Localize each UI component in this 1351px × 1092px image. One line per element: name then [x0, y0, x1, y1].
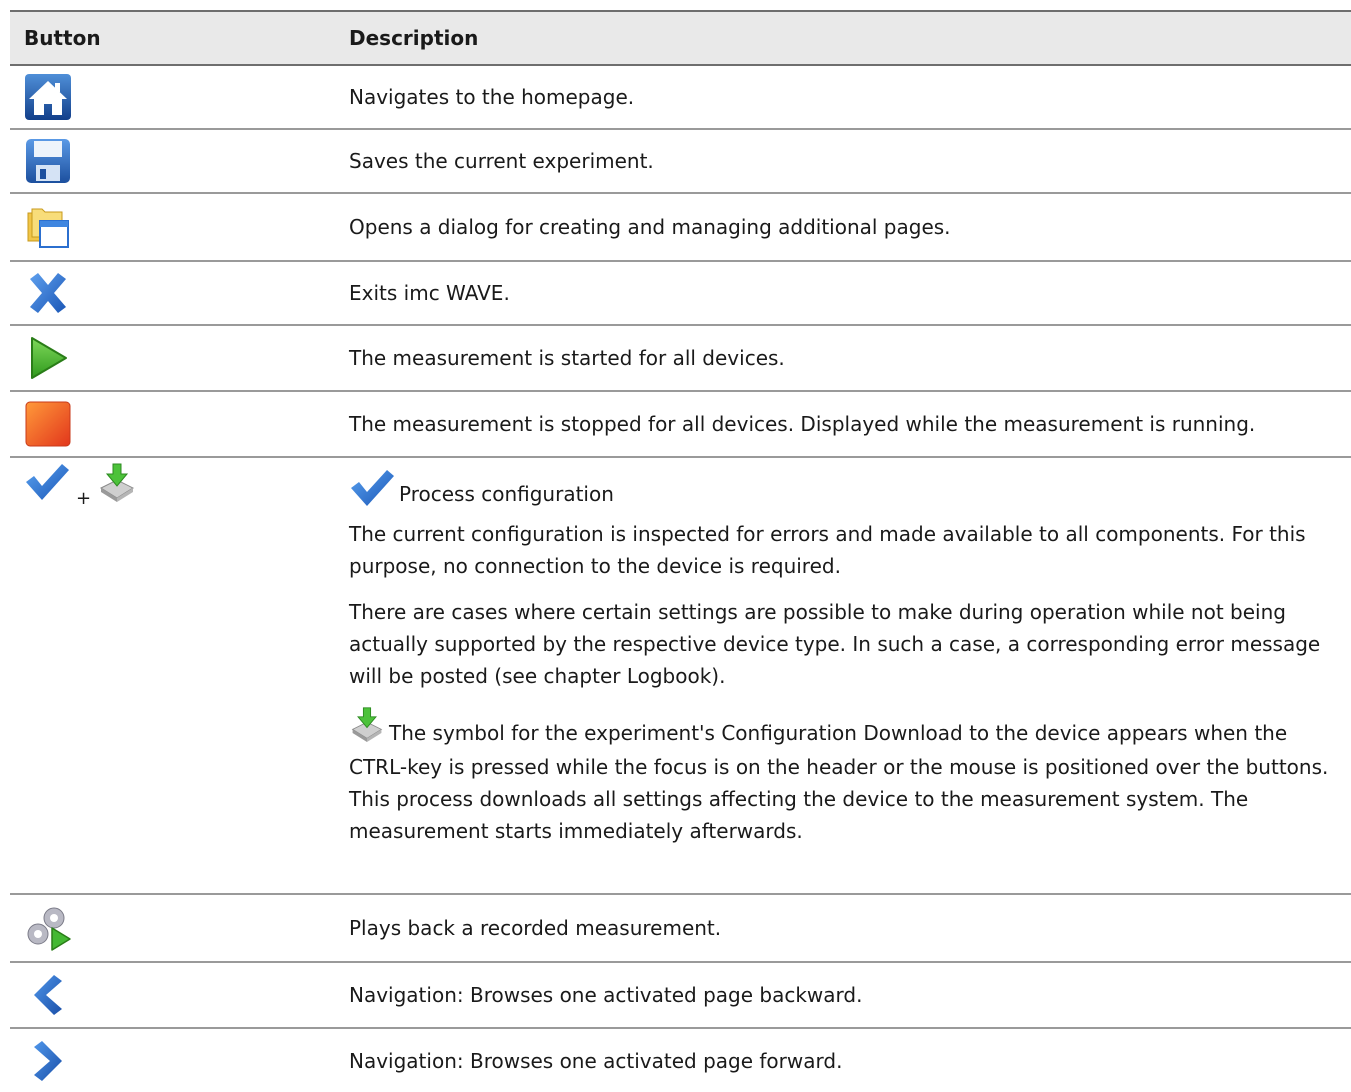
- process-title: Process configuration: [399, 482, 614, 506]
- row-description: Navigation: Browses one activated page f…: [349, 1048, 843, 1073]
- row-description: Navigation: Browses one activated page b…: [335, 962, 1351, 1029]
- row-description: Plays back a recorded measurement.: [335, 894, 1351, 963]
- download-icon: [349, 706, 385, 751]
- save-icon[interactable]: [24, 137, 72, 185]
- process-para-2: There are cases where certain settings a…: [349, 600, 1321, 688]
- row-description: Saves the current experiment.: [335, 129, 1351, 194]
- chevron-left-icon[interactable]: [24, 971, 72, 1019]
- home-icon[interactable]: [24, 73, 72, 121]
- table-row: Navigation: Browses one activated page f…: [10, 1028, 1351, 1092]
- table-row: The measurement is started for all devic…: [10, 325, 1351, 392]
- table-row: + Process configuration The current conf…: [10, 457, 1351, 895]
- checkmark-icon: [349, 468, 395, 508]
- row-description: Exits imc WAVE.: [335, 261, 1351, 326]
- close-icon[interactable]: [24, 269, 72, 317]
- pages-icon[interactable]: [24, 203, 72, 251]
- process-para-3-wrap: The symbol for the experiment's Configur…: [349, 706, 1345, 847]
- play-icon[interactable]: [24, 334, 72, 382]
- process-para-1: The current configuration is inspected f…: [349, 522, 1306, 578]
- chevron-right-icon[interactable]: [24, 1037, 72, 1085]
- table-row: Saves the current experiment.: [10, 129, 1351, 194]
- button-table: Button Description Navigates to the home…: [10, 10, 1351, 1092]
- plus-sign: +: [76, 487, 92, 509]
- table-row: Exits imc WAVE.: [10, 261, 1351, 326]
- table-row: Opens a dialog for creating and managing…: [10, 193, 1351, 262]
- stop-icon[interactable]: [24, 400, 72, 448]
- header-button: Button: [10, 10, 335, 66]
- table-row: The measurement is stopped for all devic…: [10, 391, 1351, 458]
- table-row: Plays back a recorded measurement.: [10, 894, 1351, 963]
- table-row: Navigates to the homepage.: [10, 65, 1351, 130]
- playback-gears-icon[interactable]: [24, 904, 72, 952]
- process-para-3: The symbol for the experiment's Configur…: [349, 721, 1329, 843]
- row-description: Opens a dialog for creating and managing…: [335, 193, 1351, 262]
- row-description: The measurement is stopped for all devic…: [335, 391, 1351, 458]
- row-description: Navigates to the homepage.: [335, 65, 1351, 130]
- row-description: The measurement is started for all devic…: [335, 325, 1351, 392]
- table-row: Navigation: Browses one activated page b…: [10, 962, 1351, 1029]
- process-heading: Process configuration: [349, 468, 1345, 508]
- checkmark-icon[interactable]: [24, 462, 70, 502]
- header-description: Description: [335, 10, 1351, 66]
- download-icon[interactable]: [97, 462, 137, 502]
- table-header: Button Description: [10, 10, 1351, 66]
